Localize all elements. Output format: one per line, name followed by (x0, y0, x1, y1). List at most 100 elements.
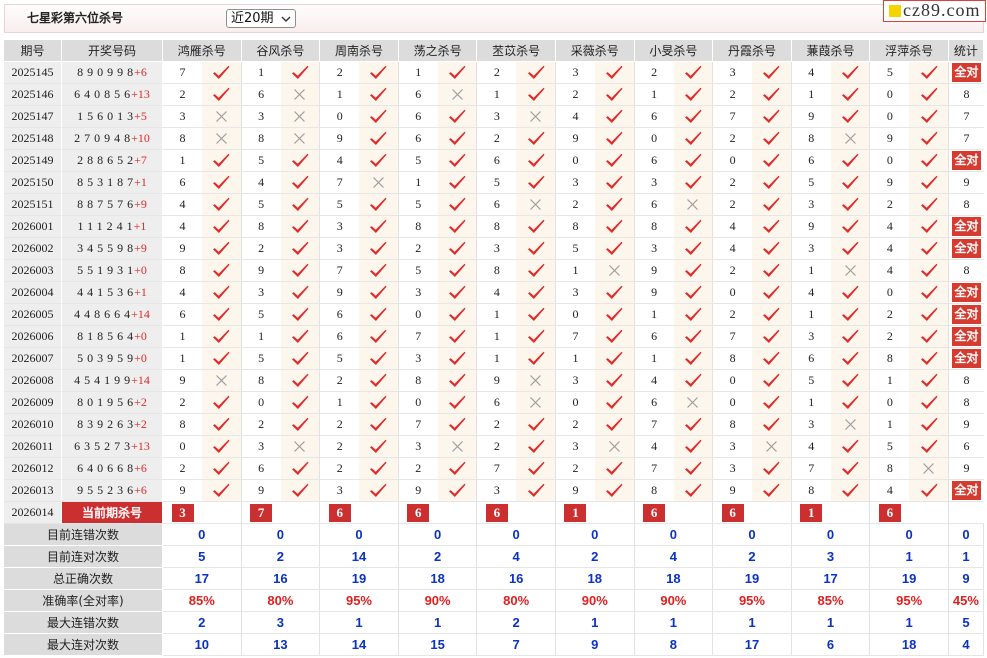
kill-number: 1 (477, 326, 517, 348)
mark-cell (673, 128, 714, 150)
mark-cell (280, 260, 321, 282)
check-icon (291, 285, 309, 299)
mark-cell (202, 238, 242, 260)
kill-number: 3 (320, 480, 360, 502)
mark-cell (280, 348, 321, 370)
check-icon (370, 307, 387, 321)
summary-value: 6 (791, 634, 871, 656)
kill-number: 3 (477, 480, 517, 502)
cross-icon (923, 463, 935, 474)
period-cell: 2026008 (4, 370, 62, 392)
kill-number: 0 (555, 304, 595, 326)
check-icon (920, 219, 938, 233)
mark-cell (202, 326, 242, 348)
summary-total: 1 (948, 546, 984, 568)
summary-value: 2 (398, 546, 478, 568)
kill-number: 0 (398, 392, 438, 414)
kill-number: 1 (791, 392, 831, 414)
summary-value: 0 (241, 524, 321, 546)
check-icon (920, 373, 938, 387)
mark-cell (359, 84, 399, 106)
all-correct-badge: 全对 (951, 481, 981, 500)
draw-number-cell: 345598 +9 (62, 238, 163, 260)
mark-cell (202, 370, 242, 392)
summary-value: 14 (320, 546, 399, 568)
summary-value: 1 (713, 612, 792, 634)
period-cell: 2025149 (4, 150, 62, 172)
current-kill-cell: 7 (241, 502, 281, 524)
check-icon (763, 373, 780, 387)
kill-number: 5 (398, 150, 438, 172)
period-range-value: 近20期 (231, 11, 274, 26)
check-icon (370, 329, 387, 343)
chevron-down-icon (281, 16, 291, 22)
summary-value: 1 (870, 546, 949, 568)
all-correct-badge: 全对 (951, 151, 981, 170)
period-cell: 2026013 (4, 480, 62, 502)
check-icon (527, 329, 545, 343)
summary-value: 2 (713, 546, 792, 568)
cross-icon (451, 441, 463, 452)
mark-cell (909, 238, 949, 260)
check-icon (606, 351, 623, 365)
mark-cell (830, 282, 871, 304)
kill-number: 1 (555, 260, 595, 282)
draw-number-cell: 156013 +5 (62, 106, 163, 128)
check-icon (370, 197, 387, 211)
mark-cell (280, 172, 321, 194)
summary-value: 0 (791, 524, 871, 546)
kill-number: 4 (163, 194, 202, 216)
draw-extra-number: +0 (134, 263, 147, 277)
kill-number: 3 (634, 238, 674, 260)
check-icon (606, 241, 623, 255)
current-kill-cell: 6 (320, 502, 360, 524)
summary-label: 目前连错次数 (4, 524, 163, 546)
mark-cell (202, 172, 242, 194)
period-range-select[interactable]: 近20期 (226, 9, 296, 28)
kill-number: 1 (477, 304, 517, 326)
kill-number: 6 (241, 84, 281, 106)
correct-count: 9 (963, 417, 970, 431)
check-icon (527, 87, 545, 101)
draw-number-cell: 640668 +6 (62, 458, 163, 480)
current-kill-number: 7 (250, 503, 273, 522)
mark-cell (673, 106, 714, 128)
check-icon (920, 241, 938, 255)
mark-cell (359, 348, 399, 370)
mark-cell (437, 106, 478, 128)
column-header-stats: 统计 (948, 40, 984, 62)
kill-number: 9 (791, 106, 831, 128)
kill-number: 7 (555, 326, 595, 348)
current-kill-number: 6 (643, 503, 666, 522)
current-kill-cell: 6 (477, 502, 517, 524)
mark-cell (516, 194, 556, 216)
all-correct-badge: 全对 (951, 217, 981, 236)
kill-number: 2 (870, 194, 910, 216)
kill-number: 9 (320, 282, 360, 304)
mark-cell (594, 282, 635, 304)
kill-number: 9 (634, 260, 674, 282)
summary-value: 18 (555, 568, 635, 590)
check-icon (213, 395, 230, 409)
check-icon (842, 461, 859, 475)
site-logo[interactable]: cz89.com (883, 0, 986, 22)
kill-number: 0 (241, 392, 281, 414)
mark-cell (202, 480, 242, 502)
mark-cell (202, 304, 242, 326)
draw-main-digits: 270948 (74, 131, 135, 145)
kill-number: 6 (320, 304, 360, 326)
current-kill-number: 3 (171, 503, 194, 522)
mark-cell (516, 216, 556, 238)
mark-cell (359, 414, 399, 436)
mark-cell (359, 370, 399, 392)
kill-number: 1 (477, 348, 517, 370)
kill-number: 1 (320, 392, 360, 414)
check-icon (684, 417, 702, 431)
draw-number-cell: 551931 +0 (62, 260, 163, 282)
check-icon (527, 175, 545, 189)
mark-cell (594, 84, 635, 106)
mark-cell (594, 326, 635, 348)
mark-cell (516, 458, 556, 480)
check-icon (527, 483, 545, 497)
kill-number: 3 (713, 62, 753, 84)
